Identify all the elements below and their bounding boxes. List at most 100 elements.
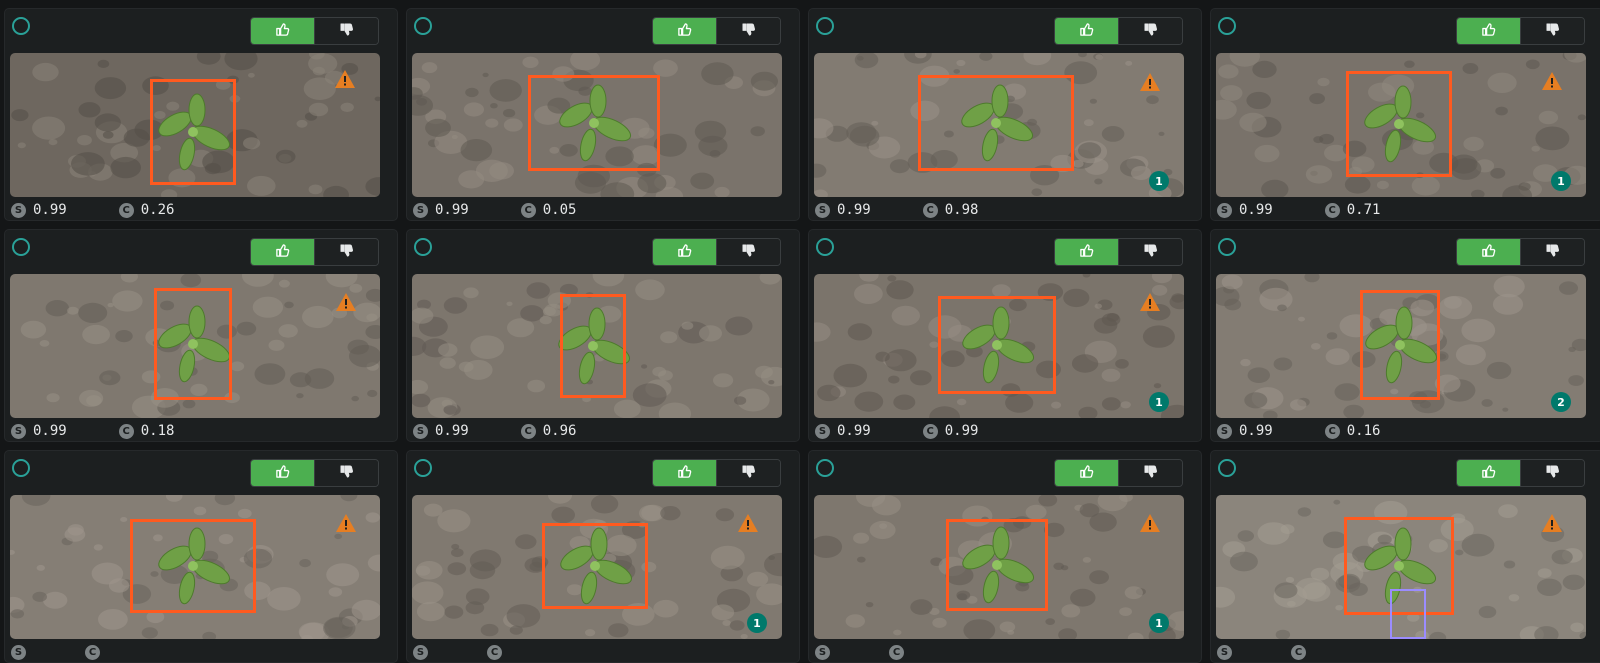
annotation-card[interactable]: 2 S 0.99 C 0.16	[1210, 229, 1600, 442]
select-circle-icon[interactable]	[414, 17, 432, 35]
plant-image[interactable]	[10, 53, 380, 197]
thumbs-up-button[interactable]	[653, 460, 716, 486]
thumbs-up-icon	[1079, 22, 1094, 41]
select-circle-icon[interactable]	[1218, 17, 1236, 35]
annotation-card[interactable]: S 0.99 C 0.05	[406, 8, 800, 221]
plant-image[interactable]: 1	[412, 495, 782, 639]
thumbs-up-button[interactable]	[251, 460, 314, 486]
thumbs-up-button[interactable]	[1457, 18, 1520, 44]
s-score-icon: S	[11, 202, 26, 218]
annotation-card[interactable]: 1 S C	[406, 450, 800, 663]
annotation-card[interactable]: S 0.99 C 0.96	[406, 229, 800, 442]
thumbs-up-button[interactable]	[1055, 460, 1118, 486]
c-score-icon: C	[520, 202, 536, 218]
s-score: S 0.99	[1217, 202, 1273, 218]
count-badge: 1	[1149, 392, 1169, 412]
plant-image[interactable]: 1	[1216, 53, 1586, 197]
select-circle-icon[interactable]	[1218, 459, 1236, 477]
count-badge: 1	[747, 613, 767, 633]
thumbs-down-button[interactable]	[314, 460, 378, 486]
s-score-icon: S	[413, 423, 428, 439]
plant-image[interactable]	[10, 495, 380, 639]
select-circle-icon[interactable]	[816, 459, 834, 477]
plant-image[interactable]	[10, 274, 380, 418]
select-circle-icon[interactable]	[12, 238, 30, 256]
vote-toggle	[652, 17, 781, 45]
thumbs-up-button[interactable]	[251, 239, 314, 265]
annotation-card[interactable]: 1 S 0.99 C 0.71	[1210, 8, 1600, 221]
annotation-card[interactable]: S C	[4, 450, 398, 663]
bounding-box	[130, 519, 256, 613]
annotation-card[interactable]: S 0.99 C 0.26	[4, 8, 398, 221]
plant-image[interactable]: 2	[1216, 274, 1586, 418]
thumbs-down-button[interactable]	[716, 460, 780, 486]
vote-toggle	[250, 459, 379, 487]
thumbs-down-button[interactable]	[1520, 239, 1584, 265]
c-score: C 0.18	[118, 423, 174, 439]
thumbs-down-button[interactable]	[314, 18, 378, 44]
plant-image[interactable]	[1216, 495, 1586, 639]
s-score-icon: S	[413, 202, 428, 218]
s-score-icon: S	[11, 644, 26, 660]
select-circle-icon[interactable]	[816, 238, 834, 256]
annotation-card[interactable]: 1 S 0.99 C 0.98	[808, 8, 1202, 221]
c-score-value: 0.26	[140, 202, 175, 218]
warning-triangle-icon	[1139, 513, 1161, 533]
thumbs-down-icon	[1545, 22, 1560, 41]
select-circle-icon[interactable]	[816, 17, 834, 35]
plant-image[interactable]	[412, 53, 782, 197]
c-score: C	[487, 644, 509, 660]
bounding-box	[560, 294, 626, 398]
thumbs-down-icon	[339, 243, 354, 262]
warning-triangle-icon	[334, 69, 356, 89]
select-circle-icon[interactable]	[1218, 238, 1236, 256]
s-score-value: 0.99	[435, 202, 469, 218]
thumbs-down-button[interactable]	[1118, 239, 1182, 265]
s-score: S 0.99	[1217, 423, 1273, 439]
select-circle-icon[interactable]	[12, 17, 30, 35]
vote-toggle	[1456, 17, 1585, 45]
c-score-value: 0.05	[542, 202, 577, 218]
thumbs-up-button[interactable]	[1055, 18, 1118, 44]
warning-triangle-icon	[1139, 72, 1161, 92]
thumbs-up-button[interactable]	[1055, 239, 1118, 265]
plant-image[interactable]	[412, 274, 782, 418]
thumbs-up-icon	[1079, 464, 1094, 483]
thumbs-up-button[interactable]	[1457, 460, 1520, 486]
s-score: S 0.99	[815, 202, 871, 218]
count-badge: 1	[1149, 613, 1169, 633]
thumbs-down-button[interactable]	[1118, 18, 1182, 44]
annotation-card[interactable]: 1 S C	[808, 450, 1202, 663]
thumbs-down-button[interactable]	[1118, 460, 1182, 486]
s-score-value: 0.99	[837, 423, 871, 439]
s-score-icon: S	[815, 644, 830, 660]
warning-triangle-icon	[737, 513, 759, 533]
thumbs-down-button[interactable]	[314, 239, 378, 265]
score-row: S 0.99 C 0.16	[1217, 422, 1380, 440]
thumbs-down-button[interactable]	[716, 239, 780, 265]
thumbs-up-button[interactable]	[653, 18, 716, 44]
bounding-box	[1360, 290, 1440, 400]
thumbs-down-button[interactable]	[716, 18, 780, 44]
thumbs-up-button[interactable]	[251, 18, 314, 44]
select-circle-icon[interactable]	[414, 459, 432, 477]
thumbs-up-button[interactable]	[1457, 239, 1520, 265]
thumbs-down-icon	[1545, 464, 1560, 483]
plant-image[interactable]: 1	[814, 495, 1184, 639]
thumbs-up-button[interactable]	[653, 239, 716, 265]
select-circle-icon[interactable]	[414, 238, 432, 256]
thumbs-down-button[interactable]	[1520, 18, 1584, 44]
annotation-card[interactable]: 1 S 0.99 C 0.99	[808, 229, 1202, 442]
annotation-card[interactable]: S C	[1210, 450, 1600, 663]
annotation-card[interactable]: S 0.99 C 0.18	[4, 229, 398, 442]
thumbs-down-button[interactable]	[1520, 460, 1584, 486]
count-badge: 1	[1149, 171, 1169, 191]
c-score: C	[889, 644, 911, 660]
bounding-box	[528, 75, 660, 171]
plant-image[interactable]: 1	[814, 274, 1184, 418]
plant-image[interactable]: 1	[814, 53, 1184, 197]
select-circle-icon[interactable]	[12, 459, 30, 477]
s-score-value: 0.99	[837, 202, 871, 218]
s-score: S	[11, 644, 33, 660]
thumbs-up-icon	[677, 464, 692, 483]
